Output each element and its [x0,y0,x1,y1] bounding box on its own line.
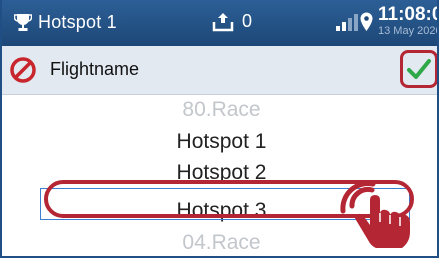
trophy-icon [14,13,32,31]
status-bar: Hotspot 1 0 11:08:00 13 May 2020 [2,0,439,46]
signal-strength-icon [336,14,358,31]
dialog-header: Flightname [2,46,437,95]
dialog-title: Flightname [50,59,140,79]
tap-hand-icon [340,181,410,248]
cancel-icon[interactable] [8,55,38,85]
picker-item[interactable]: Hotspot 1 [2,126,437,158]
clock-date: 13 May 2020 [378,25,439,37]
location-pin-icon [360,12,373,31]
upload-count: 0 [242,11,253,31]
picker-item[interactable]: 80.Race [2,94,437,126]
current-flight-name: Hotspot 1 [38,12,117,32]
upload-tray-icon [212,12,234,31]
confirm-button[interactable] [400,50,437,88]
app-window: Hotspot 1 0 11:08:00 13 May 2020 [0,0,439,258]
current-flight[interactable]: Hotspot 1 [14,12,117,33]
checkmark-icon [407,59,431,79]
clock-time: 11:08:00 [378,4,437,25]
upload-status: 0 [212,11,252,32]
clock: 11:08:00 13 May 2020 [378,4,439,38]
